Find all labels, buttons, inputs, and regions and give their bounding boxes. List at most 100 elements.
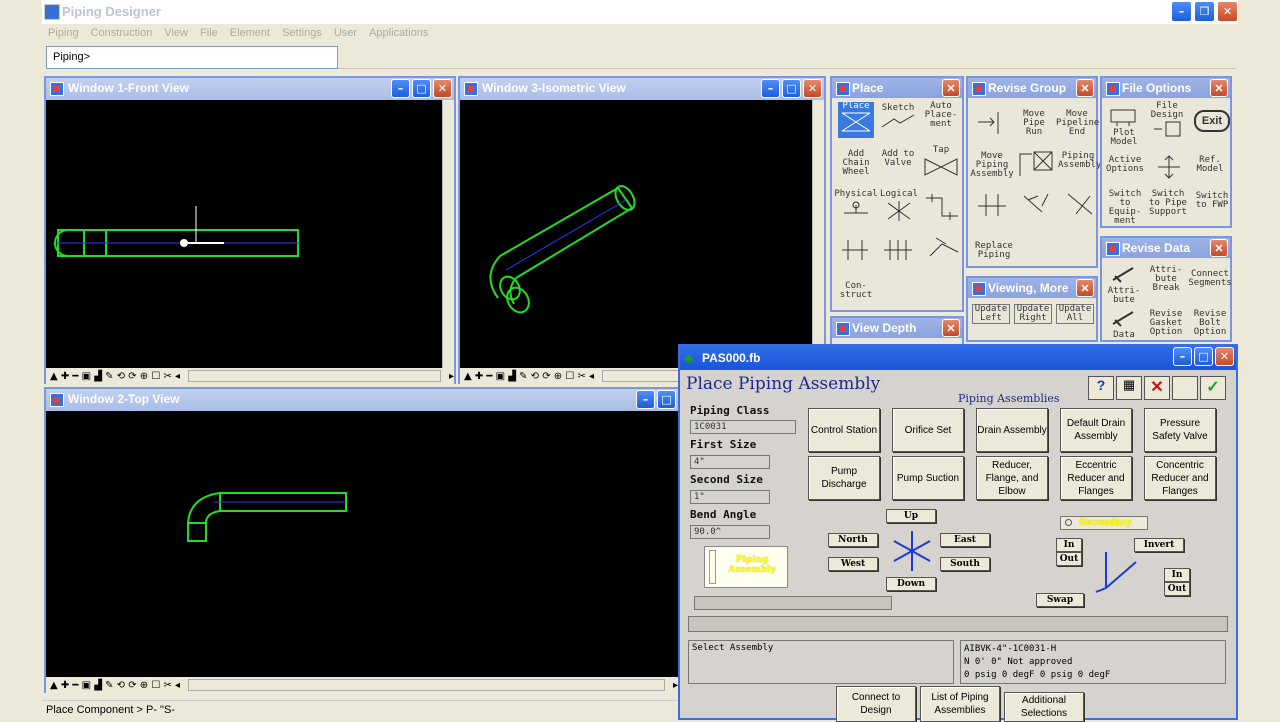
tool-plot-model[interactable]: Plot Model [1104, 104, 1144, 147]
tool-construct[interactable]: Con- struct [836, 282, 876, 300]
help-icon[interactable]: ? [1088, 376, 1114, 400]
tool-update-all[interactable]: Update All [1056, 304, 1094, 324]
tool-ref-model[interactable]: Ref. Model [1190, 156, 1230, 174]
window-front-view[interactable]: Window 1-Front View – □ ✕ ▲ ✚ ━ ▣ ▟ ✎ ⟲ ⟳ … [44, 76, 456, 384]
assembly-button-pressure-safety-valve[interactable]: Pressure Safety Valve [1144, 408, 1216, 452]
menu-view[interactable]: View [164, 27, 188, 39]
secondary-toggle[interactable]: Secondary [1060, 516, 1148, 530]
tool-piping-assembly[interactable]: Piping Assembly [1058, 152, 1101, 170]
out-button-2[interactable]: Out [1164, 582, 1190, 596]
assembly-button-concentric-reducer-and-flanges[interactable]: Concentric Reducer and Flanges [1144, 456, 1216, 500]
tool-revise-bolt[interactable]: Revise Bolt Option [1190, 310, 1230, 337]
tool-tap[interactable]: Tap [922, 146, 960, 182]
tool-connect-segments[interactable]: Connect Segments [1188, 270, 1232, 288]
field-bend-angle[interactable]: 90.0^ [690, 525, 770, 539]
direction-west-button[interactable]: West [828, 557, 878, 571]
maximize-icon[interactable]: □ [657, 390, 676, 409]
blank-button[interactable] [1172, 376, 1198, 400]
image-icon[interactable]: ▦ [1116, 376, 1142, 400]
close-icon[interactable]: ✕ [1210, 79, 1228, 97]
menu-settings[interactable]: Settings [282, 27, 322, 39]
tool-sketch[interactable]: Sketch [878, 104, 918, 132]
close-icon[interactable]: ✕ [1076, 79, 1094, 97]
menu-applications[interactable]: Applications [369, 27, 428, 39]
minimize-icon[interactable]: – [1171, 1, 1192, 22]
tool-switch-fwp[interactable]: Switch to FWP [1192, 192, 1232, 210]
tool-switch-pipe-support[interactable]: Switch to Pipe Support [1146, 190, 1190, 217]
tool-place[interactable]: Place [838, 102, 874, 138]
close-icon[interactable]: ✕ [942, 79, 960, 97]
close-icon[interactable]: ✕ [1076, 279, 1094, 297]
connect-to-design-button[interactable]: Connect to Design [836, 686, 916, 722]
vertical-scrollbar[interactable] [442, 100, 454, 368]
top-view-canvas[interactable] [46, 411, 678, 679]
tool-attribute[interactable]: Attri- bute [1104, 264, 1144, 305]
view-toolbar[interactable]: ▲ ✚ ━ ▣ ▟ ✎ ⟲ ⟳ ⊕ ☐ ✂ ◂ ▸ [46, 677, 678, 693]
close-icon[interactable]: ✕ [1217, 1, 1238, 22]
assembly-button-drain-assembly[interactable]: Drain Assembly [976, 408, 1048, 452]
tool-data[interactable]: Data [1104, 308, 1144, 340]
assembly-button-eccentric-reducer-and-flanges[interactable]: Eccentric Reducer and Flanges [1060, 456, 1132, 500]
restore-icon[interactable]: ❐ [1194, 1, 1215, 22]
menu-construction[interactable]: Construction [91, 27, 153, 39]
close-icon[interactable]: ✕ [433, 79, 452, 98]
field-piping-class[interactable]: 1C0031 [690, 420, 796, 434]
tool-revise-gasket[interactable]: Revise Gasket Option [1146, 310, 1186, 337]
close-icon[interactable]: ✕ [803, 79, 822, 98]
maximize-icon[interactable]: □ [782, 79, 801, 98]
close-icon[interactable]: ✕ [942, 319, 960, 337]
assembly-button-pump-discharge[interactable]: Pump Discharge [808, 456, 880, 500]
tool-switch-equipment[interactable]: Switch to Equip- ment [1104, 190, 1146, 226]
menu-element[interactable]: Element [230, 27, 270, 39]
tool-attribute-break[interactable]: Attri- bute Break [1146, 266, 1186, 293]
tool-file-design[interactable]: File Design [1146, 102, 1188, 141]
assembly-button-reducer-flange-and-elbow[interactable]: Reducer, Flange, and Elbow [976, 456, 1048, 500]
assembly-button-default-drain-assembly[interactable]: Default Drain Assembly [1060, 408, 1132, 452]
window-iso-view[interactable]: Window 3-Isometric View – □ ✕ ▲ ✚ ━ ▣ ▟ ✎ … [458, 76, 826, 384]
tool-auto-placement[interactable]: Auto Place- ment [922, 102, 960, 129]
view-toolbar[interactable]: ▲ ✚ ━ ▣ ▟ ✎ ⟲ ⟳ ⊕ ☐ ✂ ◂ ▸ [46, 368, 454, 384]
tool-physical[interactable]: Physical [834, 190, 878, 222]
close-icon[interactable]: ✕ [1210, 239, 1228, 257]
preview-slider[interactable] [709, 550, 716, 584]
direction-east-button[interactable]: East [940, 533, 990, 547]
in-button-1[interactable]: In [1056, 538, 1082, 552]
accept-icon[interactable]: ✓ [1200, 376, 1226, 400]
command-field[interactable] [688, 616, 1228, 632]
swap-button[interactable]: Swap [1036, 593, 1084, 607]
tool-move-pipe-run[interactable]: Move Pipe Run [1014, 110, 1054, 137]
tool-update-left[interactable]: Update Left [972, 304, 1010, 324]
list-of-piping-assemblies-button[interactable]: List of Piping Assemblies [920, 686, 1000, 722]
assembly-button-orifice-set[interactable]: Orifice Set [892, 408, 964, 452]
cancel-icon[interactable]: ✕ [1144, 376, 1170, 400]
tool-add-chain-wheel[interactable]: Add Chain Wheel [836, 150, 876, 177]
maximize-icon[interactable]: □ [1194, 347, 1213, 366]
direction-up-button[interactable]: Up [886, 509, 936, 523]
additional-selections-button[interactable]: Additional Selections [1004, 692, 1084, 722]
tool-move-pipeline-end[interactable]: Move Pipeline End [1056, 110, 1099, 137]
invert-button[interactable]: Invert [1134, 538, 1184, 552]
tool-replace-piping[interactable]: Replace Piping [972, 242, 1016, 260]
field-second-size[interactable]: 1" [690, 490, 770, 504]
minimize-icon[interactable]: – [636, 390, 655, 409]
menu-file[interactable]: File [200, 27, 218, 39]
tool-add-to-valve[interactable]: Add to Valve [880, 150, 916, 168]
tool-update-right[interactable]: Update Right [1014, 304, 1052, 324]
iso-view-canvas[interactable] [460, 100, 824, 368]
tool-exit[interactable]: Exit [1194, 110, 1230, 132]
front-view-canvas[interactable] [46, 100, 442, 368]
command-prompt[interactable]: Piping> [46, 46, 338, 69]
window-top-view[interactable]: Window 2-Top View – □ ▲ ✚ ━ ▣ ▟ ✎ ⟲ ⟳ ⊕ ☐… [44, 387, 680, 693]
direction-north-button[interactable]: North [828, 533, 878, 547]
menu-piping[interactable]: Piping [48, 27, 79, 39]
in-button-2[interactable]: In [1164, 568, 1190, 582]
direction-south-button[interactable]: South [940, 557, 990, 571]
field-first-size[interactable]: 4" [690, 455, 770, 469]
vertical-scrollbar[interactable] [812, 100, 824, 368]
out-button-1[interactable]: Out [1056, 552, 1082, 566]
maximize-icon[interactable]: □ [412, 79, 431, 98]
tool-active-options[interactable]: Active Options [1104, 156, 1146, 174]
close-icon[interactable]: ✕ [1215, 347, 1234, 366]
minimize-icon[interactable]: – [391, 79, 410, 98]
minimize-icon[interactable]: – [1173, 347, 1192, 366]
